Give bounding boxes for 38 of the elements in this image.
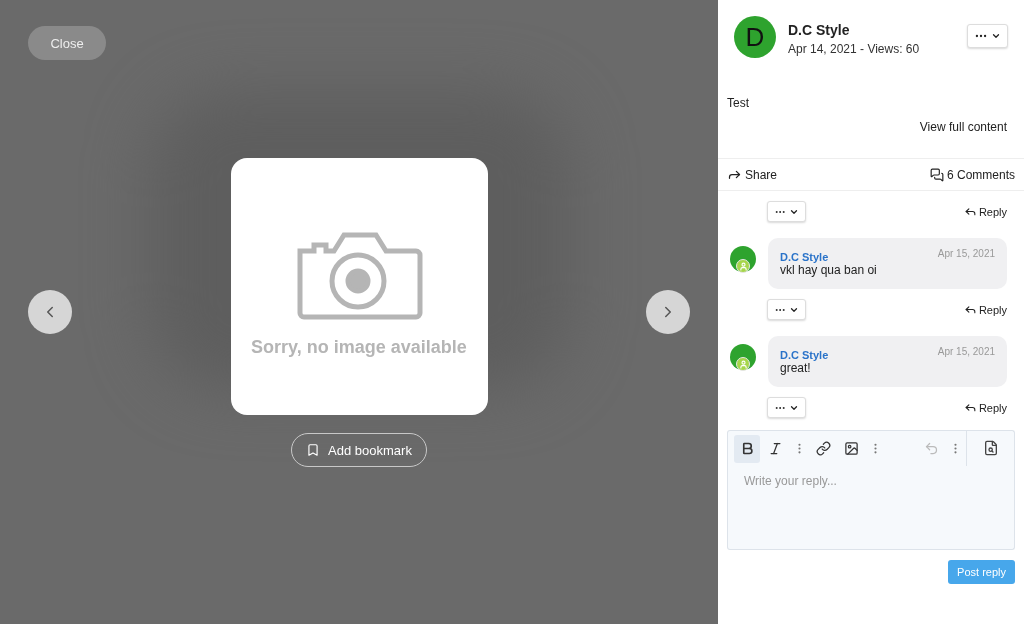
previous-button[interactable] [28,290,72,334]
post-body: Test [727,96,750,110]
view-full-content-link[interactable]: View full content [919,120,1007,134]
bookmark-icon [306,443,321,457]
reply-icon [963,303,977,316]
no-image-text: Sorry, no image available [251,337,467,358]
bold-tool-button[interactable] [734,434,760,463]
next-button[interactable] [646,290,690,334]
undo-icon [923,441,939,456]
post-meta: Apr 14, 2021 - Views: 60 [788,42,921,56]
more-dropdown[interactable] [767,299,806,320]
comment-date: Apr 15, 2021 [937,248,995,261]
comment-text: vkl hay qua ban oi [780,263,878,277]
more-dropdown[interactable] [767,397,806,418]
reply-link[interactable]: Reply [963,401,1007,414]
user-badge-icon [736,259,750,273]
reply-link[interactable]: Reply [963,303,1007,316]
image-icon [843,441,859,456]
user-badge-icon [736,357,750,371]
comment-author: D.C Style [780,348,830,361]
comments-icon [929,167,944,182]
reply-link[interactable]: Reply [963,205,1007,218]
author-name: D.C Style [788,22,851,38]
italic-icon [767,441,783,456]
reply-icon [963,205,977,218]
comment-date: Apr 15, 2021 [937,346,995,359]
caret-icon [991,31,1001,41]
more-dropdown[interactable] [967,24,1008,48]
reply-input-field[interactable]: Write your reply... [727,466,1015,550]
preview-icon [982,440,999,456]
comments-link[interactable]: 6 Comments [929,167,1015,182]
reply-icon [963,401,977,414]
comment-text: great! [780,361,812,375]
author-avatar: D [734,16,776,58]
comment-author: D.C Style [780,250,830,263]
link-icon [815,441,831,456]
more-dropdown[interactable] [767,201,806,222]
share-link[interactable]: Share [727,167,778,182]
